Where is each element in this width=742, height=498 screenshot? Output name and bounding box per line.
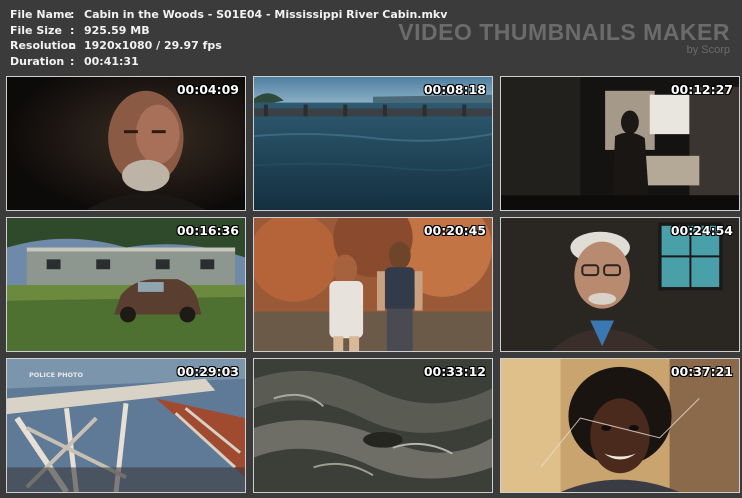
- duration-value: 00:41:31: [84, 54, 139, 68]
- thumbnail-6[interactable]: 00:24:54: [500, 217, 740, 352]
- file-name-row: File Name : Cabin in the Woods - S01E04 …: [10, 7, 447, 23]
- thumbnail-5[interactable]: 00:20:45: [253, 217, 493, 352]
- timestamp-label: 00:04:09: [176, 82, 239, 97]
- timestamp-label: 00:12:27: [670, 82, 733, 97]
- duration-label: Duration: [10, 54, 65, 68]
- duration-row: Duration : 00:41:31: [10, 54, 447, 70]
- brand-watermark: VIDEO THUMBNAILS MAKER by Scorp: [398, 20, 730, 56]
- separator: :: [70, 39, 75, 52]
- thumbnail-9[interactable]: 00:37:21: [500, 358, 740, 493]
- timestamp-label: 00:37:21: [670, 364, 733, 379]
- thumbnail-7[interactable]: POLICE PHOTO 00:29:03: [6, 358, 246, 493]
- file-size-label: File Size: [10, 23, 62, 37]
- file-size-row: File Size : 925.59 MB: [10, 23, 447, 39]
- file-name-label: File Name: [10, 8, 72, 21]
- timestamp-label: 00:20:45: [423, 223, 486, 238]
- resolution-label: Resolution: [10, 39, 77, 52]
- timestamp-label: 00:29:03: [176, 364, 239, 379]
- file-size-value: 925.59 MB: [84, 23, 150, 37]
- timestamp-label: 00:24:54: [670, 223, 733, 238]
- separator: :: [70, 8, 75, 21]
- brand-title: VIDEO THUMBNAILS MAKER: [398, 19, 730, 45]
- thumbnail-3[interactable]: 00:12:27: [500, 76, 740, 211]
- separator: :: [70, 23, 75, 37]
- thumbnail-grid: 00:04:09 00:08:18 00:12:27 00:16:36 00:2…: [6, 76, 740, 493]
- timestamp-label: 00:16:36: [176, 223, 239, 238]
- thumbnail-2[interactable]: 00:08:18: [253, 76, 493, 211]
- police-photo-caption: POLICE PHOTO: [29, 371, 84, 379]
- file-name-value: Cabin in the Woods - S01E04 - Mississipp…: [84, 8, 448, 21]
- separator: :: [70, 54, 75, 68]
- thumbnail-4[interactable]: 00:16:36: [6, 217, 246, 352]
- file-info-panel: File Name : Cabin in the Woods - S01E04 …: [10, 7, 447, 69]
- thumbnail-8[interactable]: 00:33:12: [253, 358, 493, 493]
- timestamp-label: 00:08:18: [423, 82, 486, 97]
- resolution-value: 1920x1080 / 29.97 fps: [84, 39, 222, 52]
- timestamp-label: 00:33:12: [423, 364, 486, 379]
- resolution-row: Resolution : 1920x1080 / 29.97 fps: [10, 38, 447, 54]
- thumbnail-1[interactable]: 00:04:09: [6, 76, 246, 211]
- brand-subtitle: by Scorp: [686, 44, 730, 56]
